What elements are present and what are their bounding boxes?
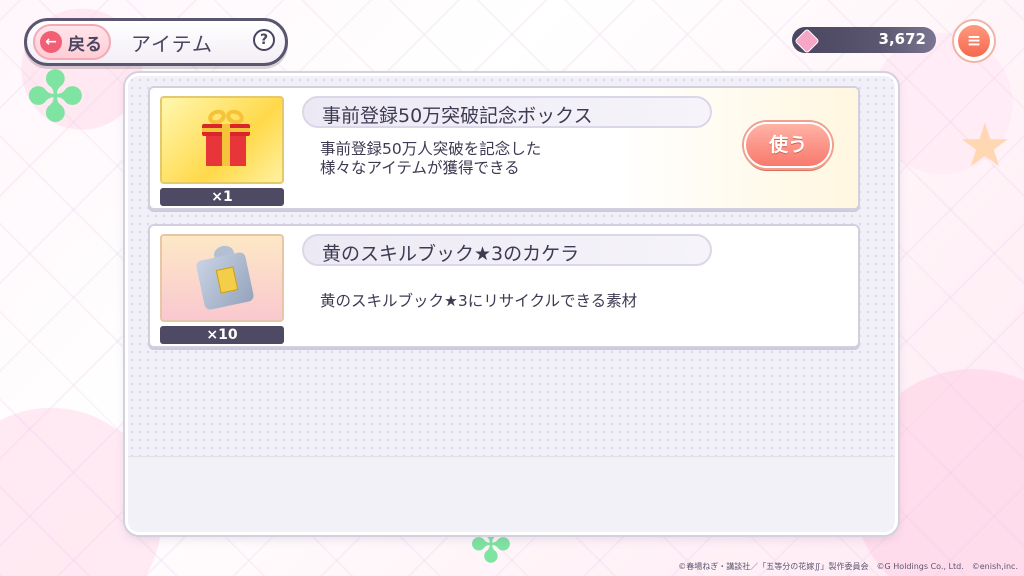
currency-display: 3,672: [792, 27, 936, 54]
item-name-bar: 事前登録50万突破記念ボックス: [302, 96, 712, 128]
back-label: 戻る: [68, 34, 102, 55]
item-thumbnail: [160, 234, 284, 322]
menu-button[interactable]: ≡: [952, 19, 996, 63]
item-description: 黄のスキルブック★3にリサイクルできる素材: [320, 292, 638, 310]
back-button[interactable]: ← 戻る: [33, 24, 111, 60]
item-card[interactable]: ×1 事前登録50万突破記念ボックス 事前登録50万人突破を記念した 様々なアイ…: [148, 86, 860, 210]
gift-box-icon: [202, 107, 250, 166]
item-thumbnail: [160, 96, 284, 184]
clover-decoration: ✤: [26, 56, 85, 138]
menu-icon: ≡: [958, 25, 990, 57]
item-list-panel: ×1 事前登録50万突破記念ボックス 事前登録50万人突破を記念した 様々なアイ…: [125, 73, 898, 535]
item-card[interactable]: ×10 黄のスキルブック★3のカケラ 黄のスキルブック★3にリサイクルできる素材: [148, 224, 860, 348]
panel-footer-area: [128, 456, 895, 532]
help-icon[interactable]: ?: [253, 29, 275, 51]
header-bar: ← 戻る アイテム ?: [24, 18, 288, 66]
use-button[interactable]: 使う: [744, 122, 832, 168]
star-decoration: ★: [958, 111, 1012, 181]
copyright-text: ©春場ねぎ・講談社／「五等分の花嫁∬」製作委員会 ©G Holdings Co.…: [678, 562, 1018, 571]
page-title: アイテム: [131, 32, 213, 56]
item-name: 事前登録50万突破記念ボックス: [322, 105, 593, 127]
item-count: ×1: [160, 188, 284, 206]
item-name-bar: 黄のスキルブック★3のカケラ: [302, 234, 712, 266]
currency-value: 3,672: [878, 30, 926, 48]
item-description: 事前登録50万人突破を記念した 様々なアイテムが獲得できる: [320, 140, 542, 177]
gem-icon: [794, 28, 820, 54]
item-count: ×10: [160, 326, 284, 344]
puzzle-piece-icon: [195, 244, 256, 312]
back-arrow-icon: ←: [40, 31, 62, 53]
item-name: 黄のスキルブック★3のカケラ: [322, 243, 580, 265]
